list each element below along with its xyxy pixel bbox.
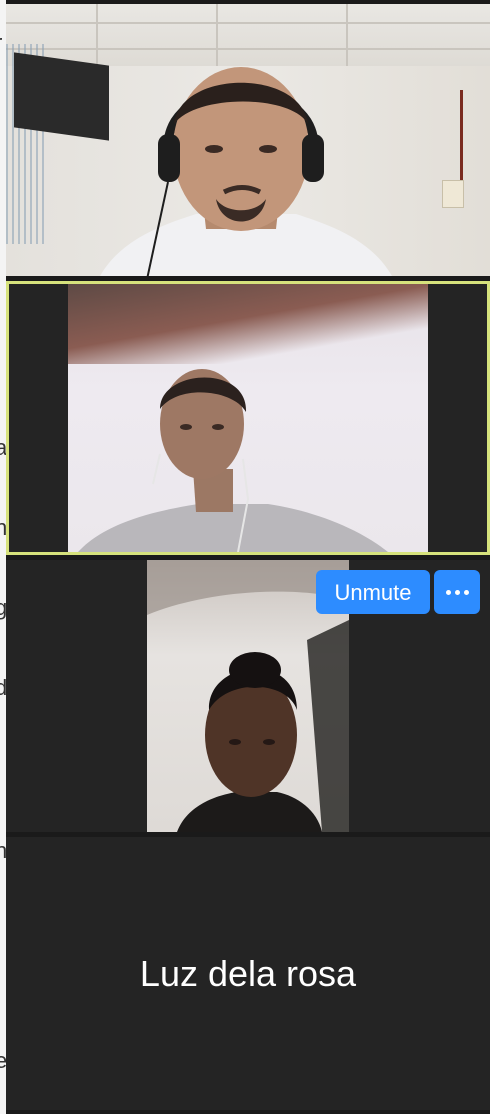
shelf bbox=[460, 90, 490, 190]
participant-tile-4[interactable]: Luz dela rosa bbox=[6, 837, 490, 1110]
participant-tile-1[interactable] bbox=[6, 4, 490, 276]
zoom-gallery-window: r a n g d n e bbox=[0, 0, 490, 1114]
participant-video-2 bbox=[68, 284, 428, 552]
participant-2-figure bbox=[78, 369, 388, 552]
ceiling bbox=[6, 4, 490, 66]
participant-tile-2-active-speaker[interactable] bbox=[6, 281, 490, 555]
wall-outlet bbox=[442, 180, 464, 208]
background-glyph: r bbox=[0, 30, 2, 56]
participant-name: Luz dela rosa bbox=[139, 952, 357, 994]
participant-video-1 bbox=[100, 67, 392, 276]
video-gallery: Unmute Luz dela rosa bbox=[6, 0, 490, 1114]
more-horizontal-icon bbox=[445, 589, 451, 595]
participant-tile-3[interactable]: Unmute bbox=[6, 560, 490, 832]
unmute-button[interactable]: Unmute bbox=[316, 570, 430, 614]
more-options-button[interactable] bbox=[434, 570, 480, 614]
